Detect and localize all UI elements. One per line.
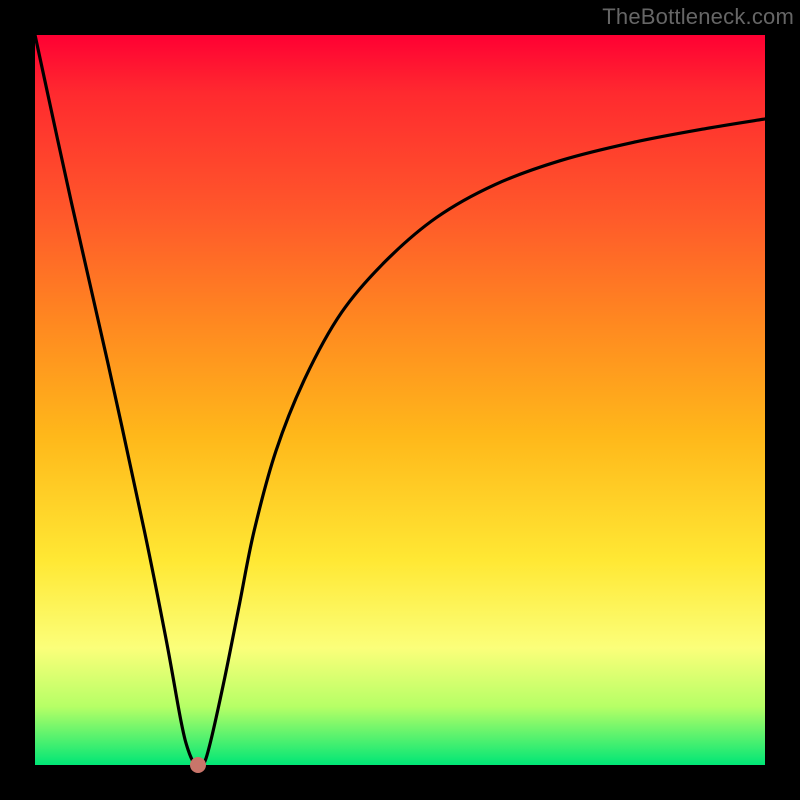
chart-container: TheBottleneck.com bbox=[0, 0, 800, 800]
curve-svg bbox=[35, 35, 765, 765]
attribution-text: TheBottleneck.com bbox=[602, 4, 794, 30]
optimal-point-marker bbox=[190, 757, 206, 773]
bottleneck-curve bbox=[35, 35, 765, 767]
plot-area bbox=[35, 35, 765, 765]
